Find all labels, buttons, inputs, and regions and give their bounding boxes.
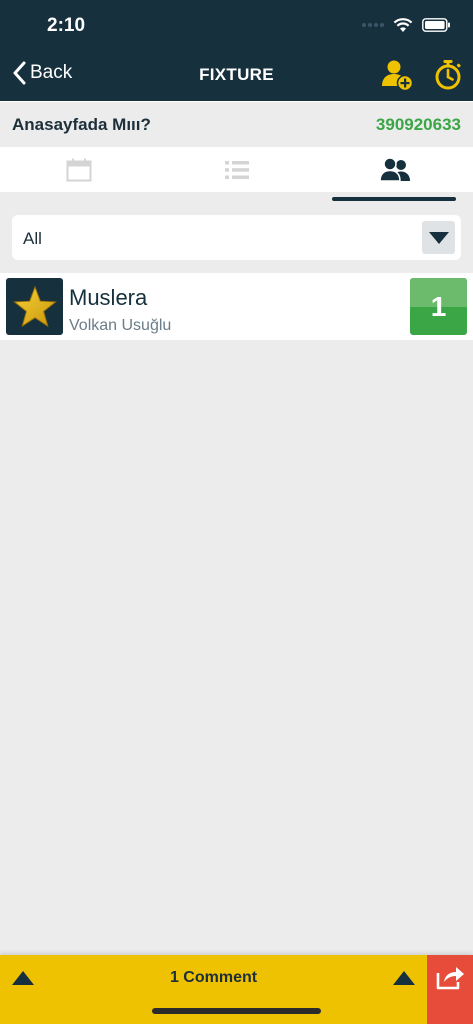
chevron-left-icon xyxy=(13,61,26,85)
list-item-title: Muslera xyxy=(69,285,148,310)
caret-down-icon xyxy=(428,231,449,244)
list-icon xyxy=(224,160,249,179)
status-indicators xyxy=(362,17,451,33)
info-bar: Anasayfada Mııı? 390920633 xyxy=(0,101,473,147)
expand-up-icon[interactable] xyxy=(393,971,415,985)
status-time: 2:10 xyxy=(47,15,86,36)
filter-dropdown[interactable]: All xyxy=(12,215,461,260)
stopwatch-icon[interactable] xyxy=(431,58,465,92)
battery-icon xyxy=(422,18,450,32)
star-icon xyxy=(12,285,57,327)
tab-bar xyxy=(0,147,473,192)
share-button[interactable] xyxy=(427,955,473,1024)
count-badge-value: 1 xyxy=(430,290,447,322)
wifi-icon xyxy=(393,18,413,32)
share-icon xyxy=(436,967,464,990)
back-button[interactable]: Back xyxy=(12,61,72,85)
home-indicator xyxy=(152,1008,321,1014)
list-item[interactable]: Muslera Volkan Usuğlu 1 xyxy=(0,273,473,340)
back-label: Back xyxy=(30,62,73,83)
comment-count-button[interactable]: 1 Comment xyxy=(0,969,427,987)
users-icon xyxy=(378,157,410,182)
cellular-signal-icon xyxy=(362,23,384,27)
add-user-icon[interactable] xyxy=(380,58,414,92)
dropdown-toggle[interactable] xyxy=(422,221,455,254)
tab-list[interactable] xyxy=(158,147,315,192)
active-tab-indicator xyxy=(332,197,456,201)
nav-bar: Back FIXTURE xyxy=(0,50,473,101)
list-item-subtitle: Volkan Usuğlu xyxy=(69,317,172,334)
calendar-icon xyxy=(66,158,91,181)
status-bar: 2:10 xyxy=(0,0,473,50)
filter-selected-value: All xyxy=(23,229,42,248)
tab-calendar[interactable] xyxy=(0,147,157,192)
count-badge: 1 xyxy=(410,278,467,335)
avatar xyxy=(6,278,63,335)
fixture-id: 390920633 xyxy=(375,115,461,134)
fixture-title: Anasayfada Mııı? xyxy=(12,115,151,134)
tab-users[interactable] xyxy=(316,147,473,192)
